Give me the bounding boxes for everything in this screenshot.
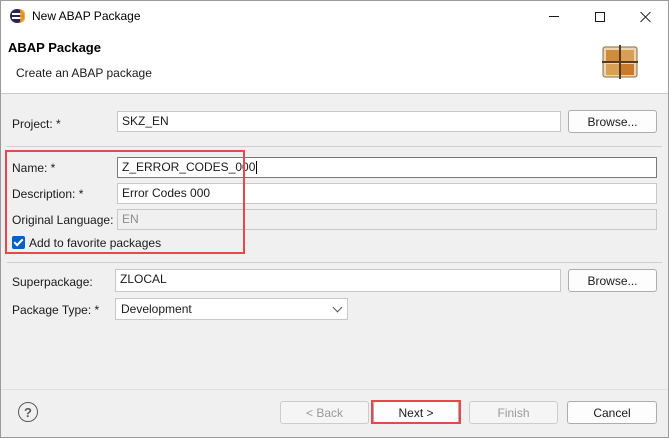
separator <box>7 262 662 263</box>
highlight-box <box>5 150 245 254</box>
page-title: ABAP Package <box>8 40 101 55</box>
help-icon[interactable]: ? <box>18 402 38 422</box>
minimize-icon <box>549 16 559 17</box>
wizard-window: New ABAP Package ABAP Package Create an … <box>0 0 669 438</box>
separator <box>7 146 662 147</box>
cancel-button[interactable]: Cancel <box>567 401 657 424</box>
package-type-value: Development <box>121 302 192 316</box>
superpackage-field[interactable]: ZLOCAL <box>115 269 561 292</box>
project-label: Project: * <box>12 117 61 131</box>
superpackage-label: Superpackage: <box>12 275 93 289</box>
project-field[interactable]: SKZ_EN <box>117 111 561 132</box>
back-button[interactable]: < Back <box>280 401 369 424</box>
close-icon <box>640 11 652 23</box>
eclipse-app-icon <box>10 9 25 23</box>
close-button[interactable] <box>623 1 669 32</box>
maximize-button[interactable] <box>577 1 623 32</box>
minimize-button[interactable] <box>531 1 577 32</box>
superpackage-browse-button[interactable]: Browse... <box>568 269 657 292</box>
text-caret <box>256 161 258 175</box>
package-wizard-icon <box>602 45 638 79</box>
next-highlight-box <box>371 400 461 424</box>
project-browse-button[interactable]: Browse... <box>568 110 657 133</box>
finish-button[interactable]: Finish <box>469 401 558 424</box>
package-type-label: Package Type: * <box>12 303 100 317</box>
chevron-down-icon <box>332 302 343 313</box>
package-type-select[interactable]: Development <box>115 298 348 320</box>
title-bar: New ABAP Package <box>1 1 668 32</box>
page-subtitle: Create an ABAP package <box>16 66 152 80</box>
window-title: New ABAP Package <box>32 9 141 23</box>
maximize-icon <box>595 11 605 22</box>
footer-separator <box>1 389 668 390</box>
wizard-header: ABAP Package Create an ABAP package <box>1 32 668 94</box>
